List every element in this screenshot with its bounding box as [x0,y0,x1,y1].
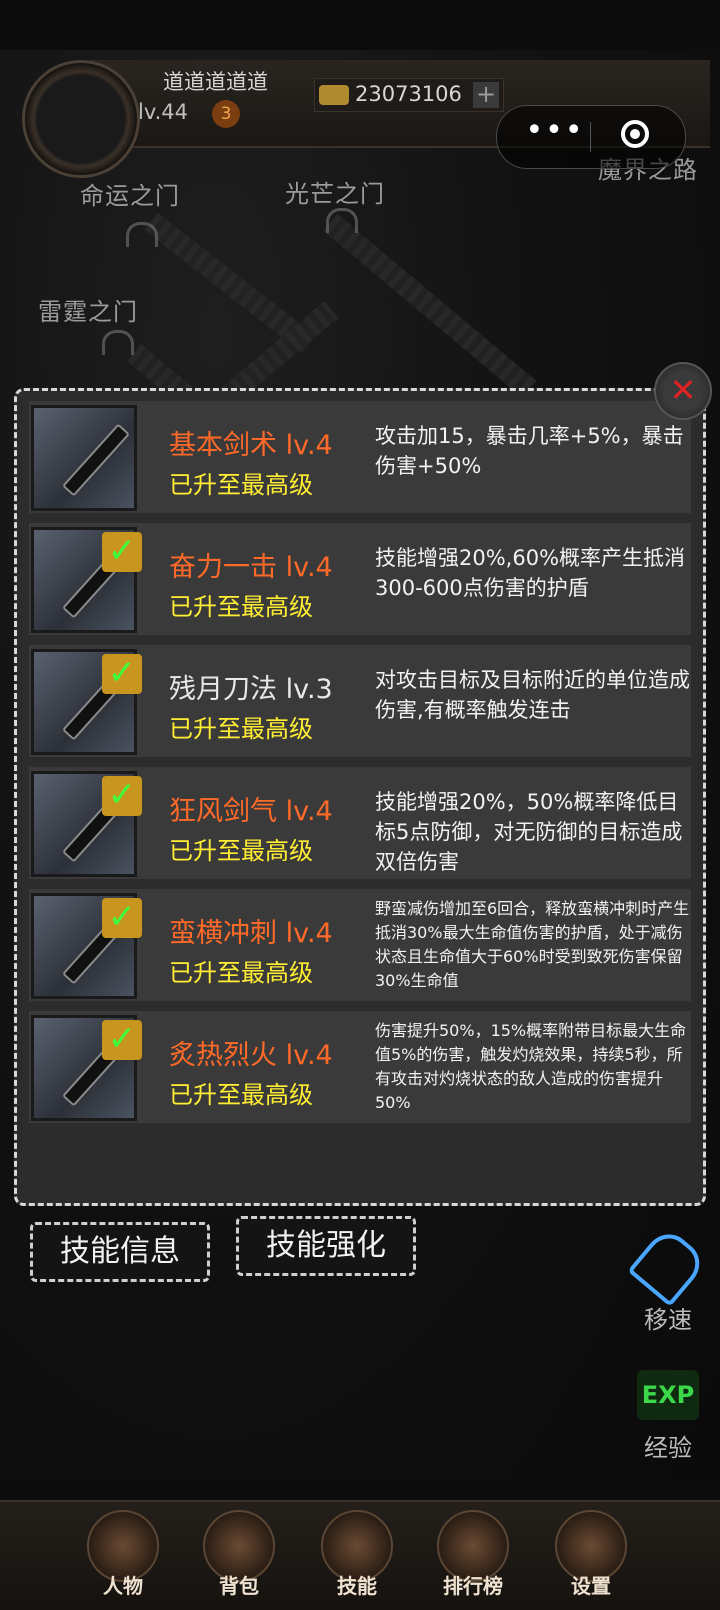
skill-row[interactable]: ✓ 蛮横冲刺 lv.4 已升至最高级 野蛮减伤增加至6回合，释放蛮横冲刺时产生抵消30… [29,889,691,1001]
checkmark-icon: ✓ [102,1020,142,1060]
nav-label: 背包 [219,1574,259,1598]
skill-description: 技能增强20%,60%概率产生抵消300-600点伤害的护盾 [375,546,686,600]
skill-name: 炙热烈火 lv.4 [169,1040,333,1071]
close-panel-button[interactable]: ✕ [654,362,712,420]
avatar[interactable] [22,60,140,178]
player-name: 道道道道道 [163,70,268,94]
checkmark-icon: ✓ [102,654,142,694]
skill-sword-icon [31,405,137,511]
skill-sword-icon: ✓ [31,527,142,633]
skill-name: 狂风剑气 lv.4 [169,796,333,827]
skill-status: 已升至最高级 [169,837,313,865]
nav-label: 技能 [337,1574,377,1598]
skill-status: 已升至最高级 [169,1081,313,1109]
tab-skill-enhance[interactable]: 技能强化 [236,1216,416,1276]
nav-character[interactable]: 人物 [80,1510,166,1602]
nav-label: 设置 [571,1574,611,1598]
nav-ranking[interactable]: 排行榜 [430,1510,516,1602]
map-location-thunder-gate[interactable]: 雷霆之门 [38,292,138,327]
skill-name: 基本剑术 lv.4 [169,430,333,461]
skill-name: 残月刀法 lv.3 [169,674,333,705]
skill-name: 蛮横冲刺 lv.4 [169,918,333,949]
exp-label: 经验 [644,1434,692,1462]
exp-icon: EXP [637,1370,699,1420]
gold-ingot-icon [319,85,349,105]
location-marker-icon [126,222,158,247]
map-location-fate-gate[interactable]: 命运之门 [80,176,180,211]
exp-button[interactable]: EXP 经验 [628,1370,708,1463]
nav-skills[interactable]: 技能 [314,1510,400,1602]
map-location-light-gate[interactable]: 光芒之门 [285,174,385,209]
skill-status: 已升至最高级 [169,715,313,743]
skill-row[interactable]: ✓ 炙热烈火 lv.4 已升至最高级 伤害提升50%，15%概率附带目标最大生命值5%… [29,1011,691,1123]
bottom-nav: 人物 背包 技能 排行榜 设置 [0,1500,720,1610]
checkmark-icon: ✓ [102,776,142,816]
rocket-icon [627,1225,709,1307]
sword-icon [61,423,131,497]
more-options-icon[interactable]: ••• [525,116,585,150]
checkmark-icon: ✓ [102,532,142,572]
location-marker-icon [326,208,358,233]
capsule-divider [590,122,591,152]
skill-sword-icon: ✓ [31,771,142,877]
nav-label: 人物 [103,1574,143,1598]
player-level: lv.44 [138,100,189,124]
skill-row[interactable]: ✓ 残月刀法 lv.3 已升至最高级 对攻击目标及目标附近的单位造成伤害,有概率触发连… [29,645,691,757]
skill-row[interactable]: ✓ 奋力一击 lv.4 已升至最高级 技能增强20%,60%概率产生抵消300-600… [29,523,691,635]
skill-description: 对攻击目标及目标附近的单位造成伤害,有概率触发连击 [375,668,690,722]
nav-settings[interactable]: 设置 [548,1510,634,1602]
add-gold-button[interactable]: + [473,82,499,108]
checkmark-icon: ✓ [102,898,142,938]
skill-status: 已升至最高级 [169,471,313,499]
skill-sword-icon: ✓ [31,1015,142,1121]
skill-name: 奋力一击 lv.4 [169,552,333,583]
skill-panel: 基本剑术 lv.4 已升至最高级 攻击加15，暴击几率+5%，暴击伤害+50% ✓ 奋力… [14,388,706,1206]
skill-row[interactable]: 基本剑术 lv.4 已升至最高级 攻击加15，暴击几率+5%，暴击伤害+50% [29,401,691,513]
map-road [323,214,537,398]
tab-skill-info[interactable]: 技能信息 [30,1222,210,1282]
speed-button[interactable]: 移速 [627,1225,709,1335]
skill-status: 已升至最高级 [169,959,313,987]
gold-display: 23073106 + [314,78,504,112]
nav-bag[interactable]: 背包 [196,1510,282,1602]
skill-sword-icon: ✓ [31,893,142,999]
skill-description: 伤害提升50%，15%概率附带目标最大生命值5%的伤害，触发灼烧效果，持续5秒，… [375,1021,687,1112]
skill-sword-icon: ✓ [31,649,142,755]
nav-label: 排行榜 [443,1574,503,1598]
skill-description: 技能增强20%，50%概率降低目标5点防御，对无防御的目标造成双倍伤害 [375,790,683,874]
speed-label: 移速 [644,1306,692,1334]
skill-row[interactable]: ✓ 狂风剑气 lv.4 已升至最高级 技能增强20%，50%概率降低目标5点防御，对无… [29,767,691,879]
close-miniprogram-icon[interactable] [621,120,649,148]
location-marker-icon [102,330,134,355]
skill-description: 野蛮减伤增加至6回合，释放蛮横冲刺时产生抵消30%最大生命值伤害的护盾，处于减伤… [375,899,690,990]
level-badge: 3 [212,100,240,128]
mini-program-capsule: ••• [496,105,686,169]
gold-amount: 23073106 [355,82,462,106]
skill-status: 已升至最高级 [169,593,313,621]
skill-description: 攻击加15，暴击几率+5%，暴击伤害+50% [375,424,684,478]
